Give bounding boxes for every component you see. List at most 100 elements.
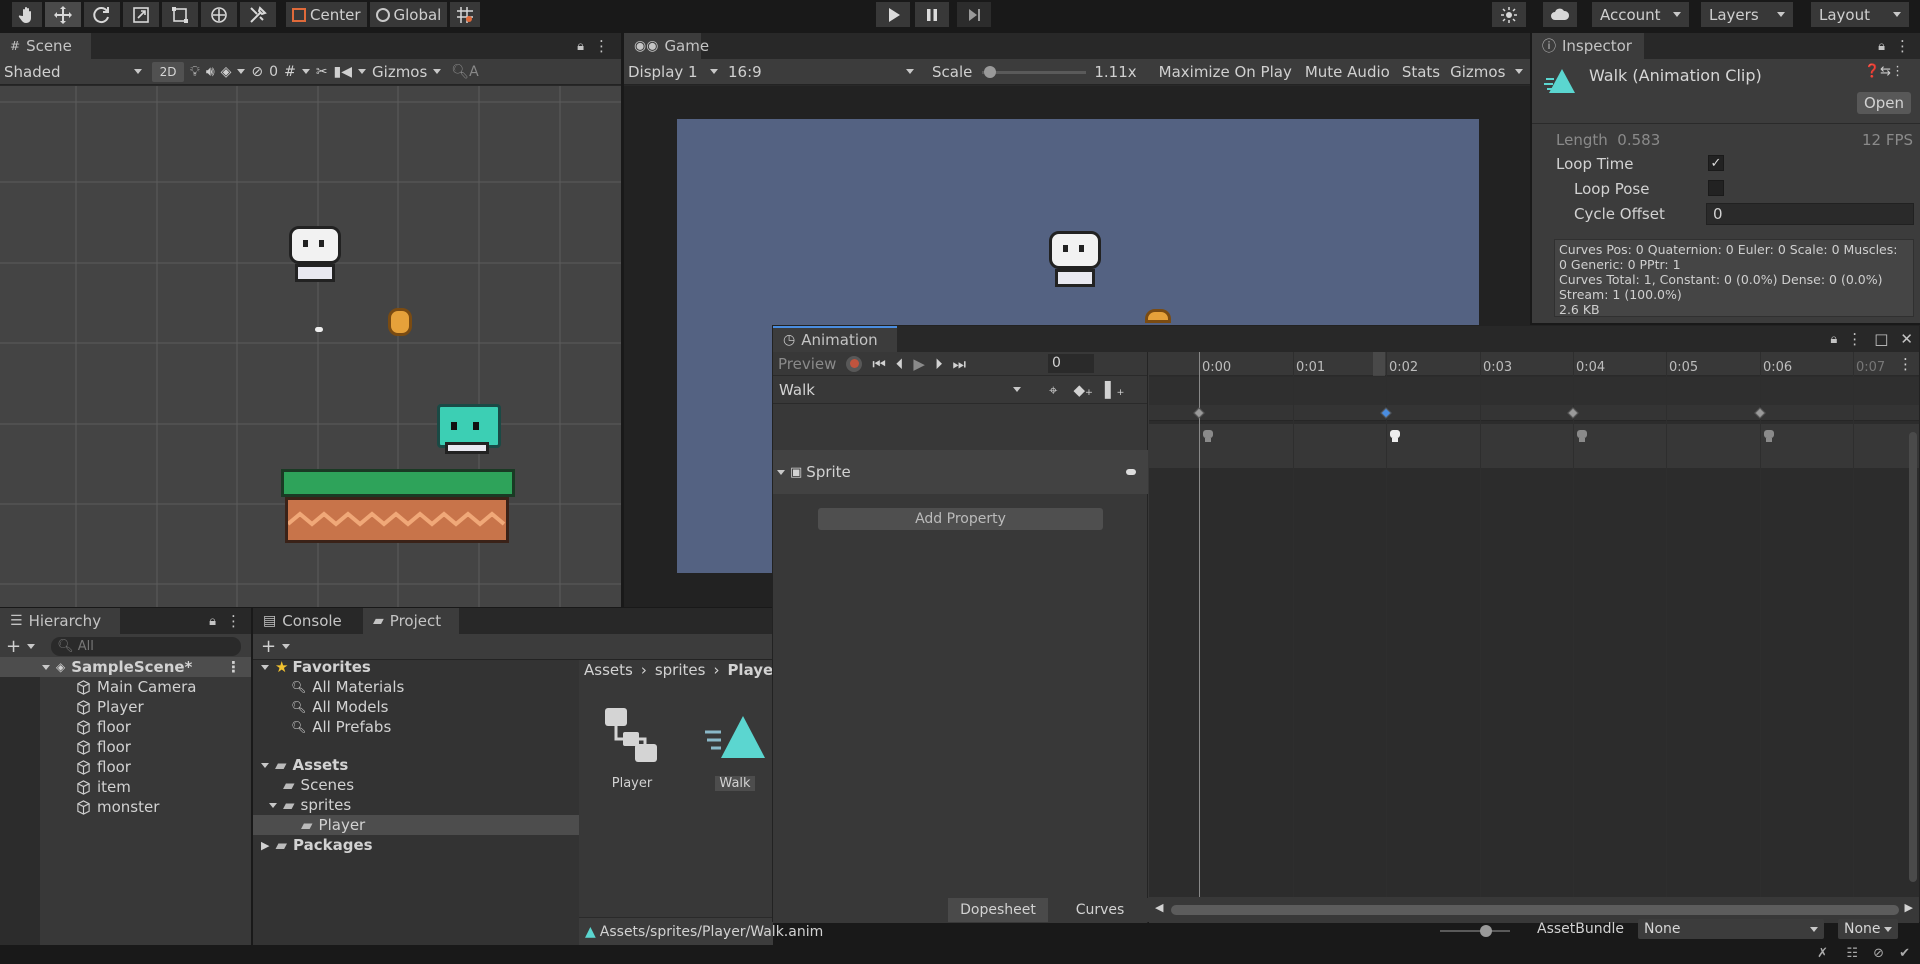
pause-button[interactable] (915, 2, 949, 27)
cloud-icon[interactable] (1543, 2, 1577, 27)
floor-dirt[interactable] (285, 497, 509, 543)
scroll-left-icon[interactable]: ◀ (1155, 901, 1163, 914)
hierarchy-item[interactable]: Main Camera (0, 677, 251, 697)
lock-icon[interactable]: 🔒︎ (209, 614, 216, 629)
property-row-sprite[interactable]: ▣ Sprite (773, 450, 1148, 494)
scene-root-item[interactable]: ◈ SampleScene* ⋮ (0, 657, 251, 677)
sprite-keyframe-icon[interactable] (1202, 429, 1214, 443)
filter-selection-icon[interactable]: ⌖ (1049, 381, 1057, 399)
playhead-marker[interactable] (1373, 352, 1385, 376)
lighting-icon[interactable]: 💡︎ (190, 64, 200, 80)
move-tool-icon[interactable] (45, 2, 81, 27)
sprites-folder-item[interactable]: ▰ sprites (261, 795, 579, 815)
layout-dropdown[interactable]: Layout (1811, 2, 1909, 27)
mute-audio-toggle[interactable]: Mute Audio (1305, 63, 1390, 81)
packages-folder-item[interactable]: ▶ ▰ Packages (261, 835, 579, 855)
assetbundle-variant-dropdown[interactable]: None (1838, 919, 1899, 939)
progress-icon[interactable]: ⊘ (1873, 946, 1884, 961)
close-icon[interactable]: ✕ (1900, 330, 1913, 348)
search-icon[interactable]: 🔍︎A (451, 64, 478, 80)
time-ruler[interactable]: 0:00 0:01 0:02 0:03 0:04 0:05 0:06 0:07 … (1149, 352, 1919, 376)
loop-pose-checkbox[interactable] (1708, 180, 1724, 196)
favorite-item[interactable]: 🔍︎ All Materials (261, 677, 579, 697)
chevron-down-icon[interactable] (1515, 69, 1524, 74)
kebab-menu-icon[interactable]: ⋮ (226, 658, 241, 676)
account-dropdown[interactable]: Account (1592, 2, 1689, 27)
floor-grass[interactable] (281, 469, 515, 497)
display-dropdown[interactable]: Display 1 (624, 63, 722, 81)
maximize-on-play-toggle[interactable]: Maximize On Play (1159, 63, 1292, 81)
2d-toggle[interactable]: 2D (152, 61, 184, 82)
chevron-down-icon[interactable] (358, 69, 367, 74)
aspect-dropdown[interactable]: 16:9 (722, 63, 920, 81)
open-button[interactable]: Open (1857, 92, 1911, 114)
shading-dropdown[interactable]: Shaded (0, 63, 146, 81)
grid-snap-icon[interactable] (450, 2, 481, 27)
custom-tool-icon[interactable] (240, 2, 276, 27)
play-button[interactable] (876, 2, 910, 27)
kebab-menu-icon[interactable]: ⋮ (594, 37, 609, 55)
help-icon[interactable]: ❓⇆⋮ (1864, 64, 1904, 79)
scroll-right-icon[interactable]: ▶ (1905, 901, 1913, 914)
vertical-scrollbar[interactable] (1909, 432, 1917, 882)
loop-time-checkbox[interactable]: ✓ (1708, 155, 1724, 171)
sprite-keyframe-icon[interactable] (1389, 429, 1401, 443)
debug-icon[interactable]: ✗ (1817, 946, 1828, 961)
add-icon[interactable]: + (261, 636, 276, 657)
camera-icon[interactable]: ▮◀ (334, 64, 352, 80)
sprite-keyframe-icon[interactable] (1763, 429, 1775, 443)
chevron-down-icon[interactable] (301, 69, 310, 74)
first-keyframe-icon[interactable]: ⏮ (872, 355, 886, 373)
hierarchy-item[interactable]: floor (0, 717, 251, 737)
assets-folder-item[interactable]: ▰ Assets (261, 755, 579, 775)
lock-icon[interactable]: 🔒︎ (1830, 332, 1837, 347)
next-keyframe-icon[interactable]: ⏵ (935, 355, 943, 373)
sprite-keyframe-icon[interactable] (1576, 429, 1588, 443)
chevron-down-icon[interactable] (433, 69, 442, 74)
dopesheet-area[interactable]: 0:00 0:01 0:02 0:03 0:04 0:05 0:06 0:07 … (1149, 352, 1919, 923)
clip-dropdown[interactable]: Walk (773, 381, 1027, 399)
property-options-icon[interactable] (1126, 469, 1136, 475)
frame-field[interactable]: 0 (1048, 354, 1094, 373)
maximize-icon[interactable]: □ (1874, 330, 1888, 348)
kebab-menu-icon[interactable]: ⋮ (1895, 37, 1910, 55)
curves-tab[interactable]: Curves (1050, 898, 1150, 922)
pivot-center-button[interactable]: Center (286, 2, 367, 27)
game-gizmos-toggle[interactable]: Gizmos (1450, 63, 1505, 81)
last-keyframe-icon[interactable]: ⏭ (952, 355, 966, 373)
hierarchy-item[interactable]: monster (0, 797, 251, 817)
kebab-menu-icon[interactable]: ⋮ (226, 612, 241, 630)
dopesheet-tab[interactable]: Dopesheet (948, 898, 1048, 922)
hierarchy-item[interactable]: Player (0, 697, 251, 717)
tab-scene[interactable]: # Scene (0, 33, 91, 59)
tab-console[interactable]: ▤ Console (253, 608, 363, 634)
chevron-down-icon[interactable] (237, 69, 246, 74)
previous-keyframe-icon[interactable]: ⏴ (896, 355, 904, 373)
visibility-icon[interactable]: ⊘ (251, 64, 263, 80)
hierarchy-search-input[interactable]: 🔍︎ All (51, 637, 242, 656)
add-icon[interactable]: + (6, 636, 21, 657)
check-icon[interactable]: ✔ (1899, 946, 1910, 961)
lock-icon[interactable]: 🔒︎ (577, 39, 584, 54)
step-button[interactable] (957, 2, 991, 27)
monster-sprite[interactable] (437, 398, 501, 454)
global-toggle-button[interactable]: Global (369, 2, 448, 27)
tab-project[interactable]: ▰ Project (363, 608, 459, 634)
lock-icon[interactable]: 🔒︎ (1878, 39, 1885, 54)
favorite-item[interactable]: 🔍︎ All Prefabs (261, 717, 579, 737)
rotate-tool-icon[interactable] (84, 2, 120, 27)
effects-icon[interactable]: ◈ (221, 64, 232, 80)
player-folder-item[interactable]: ▰ Player (253, 815, 579, 835)
add-event-icon[interactable]: ▌₊ (1105, 381, 1124, 399)
rect-tool-icon[interactable] (162, 2, 198, 27)
assetbundle-dropdown[interactable]: None (1638, 919, 1825, 939)
record-button[interactable] (846, 355, 863, 372)
scenes-folder-item[interactable]: ▰ Scenes (261, 775, 579, 795)
kebab-menu-icon[interactable]: ⋮ (1898, 355, 1913, 373)
favorite-item[interactable]: 🔍︎ All Models (261, 697, 579, 717)
asset-player[interactable]: Player (601, 706, 663, 791)
scale-tool-icon[interactable] (123, 2, 159, 27)
horizontal-scrollbar[interactable] (1171, 905, 1899, 915)
tab-inspector[interactable]: ⓘ Inspector (1532, 33, 1644, 59)
hand-tool-icon[interactable] (12, 2, 42, 27)
